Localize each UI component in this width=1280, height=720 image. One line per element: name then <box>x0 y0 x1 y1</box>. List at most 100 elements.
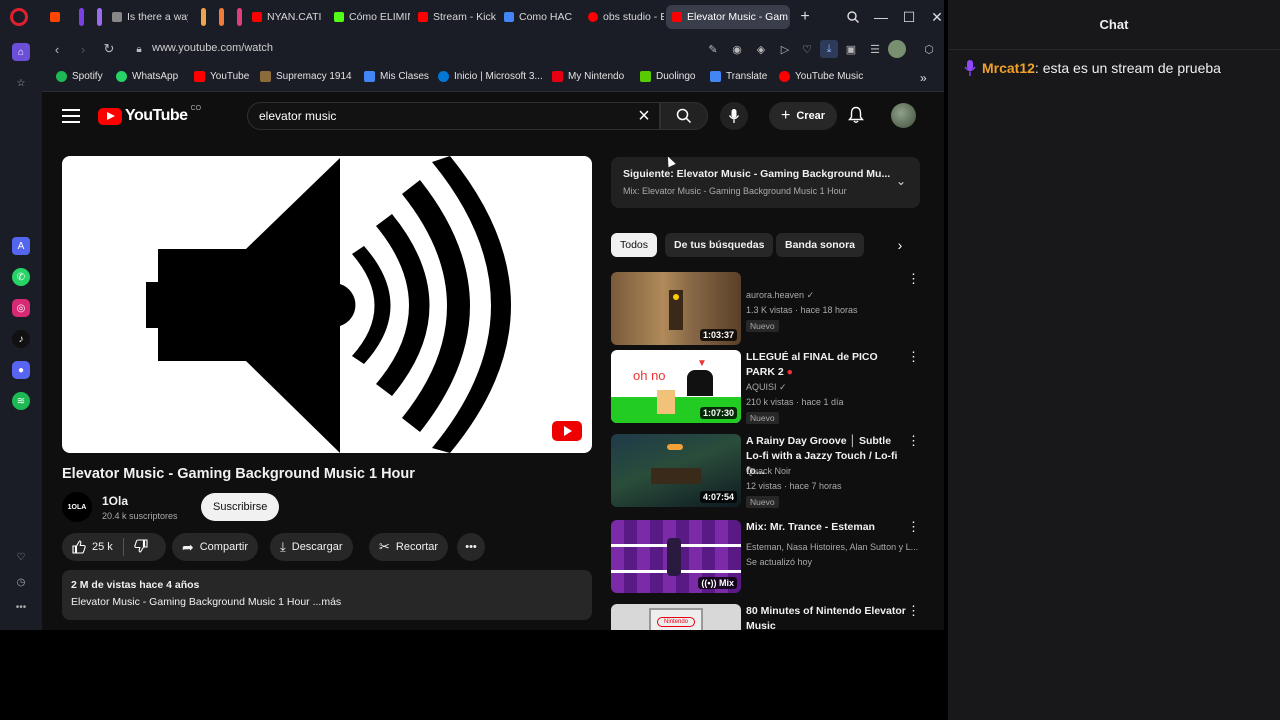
bookmark-youtube[interactable]: YouTube <box>194 71 249 82</box>
tab-5[interactable]: obs studio - Bu <box>582 5 664 29</box>
bookmark-youtube-music[interactable]: YouTube Music <box>779 71 863 82</box>
tab-search-icon[interactable] <box>842 6 864 28</box>
dislike-button[interactable] <box>134 538 148 556</box>
kick-icon <box>418 12 428 22</box>
account-avatar[interactable] <box>891 103 916 128</box>
new-tab-button[interactable]: + <box>794 6 816 28</box>
tab-2[interactable]: Cómo ELIMINA <box>328 5 410 29</box>
aria-icon[interactable]: A <box>12 237 30 255</box>
opera-menu-icon[interactable] <box>10 8 28 26</box>
bookmark-supremacy[interactable]: Supremacy 1914 <box>260 71 352 82</box>
subscribe-watermark-icon[interactable] <box>552 421 582 441</box>
easy-setup-icon[interactable]: ☰ <box>866 40 884 58</box>
edit-icon[interactable]: ✎ <box>704 40 722 58</box>
recommendation-item[interactable]: 4:07:54 A Rainy Day Groove │ Subtle Lo-f… <box>611 434 921 510</box>
pinned-tab[interactable] <box>44 8 66 26</box>
shield-icon[interactable]: ◈ <box>752 40 770 58</box>
download-button[interactable]: ⤓ Descargar <box>270 533 353 561</box>
instagram-icon[interactable]: ◎ <box>12 299 30 317</box>
minimize-button[interactable]: — <box>870 6 892 28</box>
channel-avatar[interactable]: 1OLA <box>62 492 92 522</box>
chevron-right-icon[interactable]: › <box>890 235 910 255</box>
chat-username[interactable]: Mrcat12 <box>982 60 1035 76</box>
more-vertical-icon[interactable]: ⋮ <box>907 520 920 538</box>
maximize-button[interactable]: ☐ <box>898 6 920 28</box>
youtube-icon <box>334 12 344 22</box>
snapshot-icon[interactable]: ▣ <box>842 40 860 58</box>
whatsapp-icon[interactable]: ✆ <box>12 268 30 286</box>
recommendation-item[interactable]: ((•)) Mix Mix: Mr. Trance - Esteman Este… <box>611 520 921 596</box>
more-vertical-icon[interactable]: ⋮ <box>907 272 920 290</box>
tab-6-active[interactable]: Elevator Music - Gam <box>666 5 790 29</box>
pinboard-icon[interactable]: ☆ <box>12 74 30 92</box>
profile-avatar[interactable] <box>888 40 906 58</box>
share-button[interactable]: ➦ Compartir <box>172 533 259 561</box>
video-thumbnail[interactable]: 4:07:54 <box>611 434 741 507</box>
chip-de-tus-busquedas[interactable]: De tus búsquedas <box>665 233 774 257</box>
bookmark-spotify[interactable]: Spotify <box>56 71 103 82</box>
bookmarks-overflow-icon[interactable]: » <box>920 71 927 85</box>
bookmark-translate[interactable]: Translate <box>710 71 767 82</box>
home-icon[interactable]: ⌂ <box>12 43 30 61</box>
video-thumbnail[interactable]: 1:03:37 <box>611 272 741 345</box>
recommendation-item[interactable]: ▼ oh no 1:07:30 LLEGUÉ al FINAL de PICO … <box>611 350 921 426</box>
more-vertical-icon[interactable]: ⋮ <box>907 434 920 452</box>
camera-icon[interactable]: ◉ <box>728 40 746 58</box>
youtube-logo[interactable]: YouTube CO <box>98 105 201 125</box>
heart-icon[interactable]: ♡ <box>798 40 816 58</box>
chip-banda-sonora[interactable]: Banda sonora <box>776 233 865 257</box>
spotify-icon[interactable]: ≋ <box>12 392 30 410</box>
chip-todos[interactable]: Todos <box>611 233 658 257</box>
create-button[interactable]: + Crear <box>769 102 838 130</box>
tab-label: Cómo ELIMINA <box>349 11 410 23</box>
recommendation-item[interactable]: Nintendo 80 Minutes of Nintendo Elevator… <box>611 604 921 630</box>
video-thumbnail[interactable]: Nintendo <box>611 604 741 630</box>
search-icon <box>676 108 692 124</box>
notifications-button[interactable] <box>848 106 868 126</box>
extensions-icon[interactable]: ⬡ <box>920 40 938 58</box>
forward-icon[interactable]: › <box>74 40 92 58</box>
url-field[interactable]: www.youtube.com/watch <box>152 42 273 54</box>
video-player[interactable] <box>62 156 592 453</box>
bookmark-mis-clases[interactable]: Mis Clases <box>364 71 429 82</box>
video-thumbnail[interactable]: ▼ oh no 1:07:30 <box>611 350 741 423</box>
more-vertical-icon[interactable]: ⋮ <box>907 604 920 622</box>
chevron-down-icon[interactable]: ⌄ <box>896 174 906 188</box>
tab-0[interactable]: Is there a way t <box>106 5 188 29</box>
close-window-button[interactable]: ✕ <box>926 6 944 28</box>
more-vertical-icon[interactable]: ⋮ <box>907 350 920 368</box>
more-actions-button[interactable]: ••• <box>457 533 485 561</box>
more-icon[interactable]: ••• <box>12 598 30 616</box>
history-icon[interactable]: ◷ <box>12 573 30 591</box>
tab-1[interactable]: NYAN.CATI <box>246 5 326 29</box>
up-next-mix[interactable]: Siguiente: Elevator Music - Gaming Backg… <box>611 157 920 208</box>
subscribe-button[interactable]: Suscribirse <box>201 493 280 521</box>
bookmark-whatsapp[interactable]: WhatsApp <box>116 71 178 82</box>
update-status: Se actualizó hoy <box>746 557 813 567</box>
heart-icon[interactable]: ♡ <box>12 548 30 566</box>
send-icon[interactable]: ▷ <box>776 40 794 58</box>
tab-3[interactable]: Stream - Kick D <box>412 5 496 29</box>
bookmark-nintendo[interactable]: My Nintendo <box>552 71 624 82</box>
video-thumbnail[interactable]: ((•)) Mix <box>611 520 741 593</box>
clear-search-icon[interactable]: × <box>633 105 655 127</box>
channel-name[interactable]: 1Ola <box>102 494 128 508</box>
menu-icon[interactable] <box>62 109 80 123</box>
back-icon[interactable]: ‹ <box>48 40 66 58</box>
bookmark-duolingo[interactable]: Duolingo <box>640 71 695 82</box>
clip-button[interactable]: ✂ Recortar <box>369 533 449 561</box>
voice-search-button[interactable] <box>720 102 748 130</box>
recommendation-item[interactable]: 1:03:37 aurora.heaven ✓ 1.3 K vistas · h… <box>611 272 921 348</box>
tiktok-icon[interactable]: ♪ <box>12 330 30 348</box>
description-box[interactable]: 2 M de vistas hace 4 años Elevator Music… <box>62 570 592 620</box>
search-input[interactable]: elevator music × <box>247 102 660 130</box>
reload-icon[interactable]: ↻ <box>100 40 118 58</box>
tab-4[interactable]: Como HAC <box>498 5 580 29</box>
bookmark-microsoft[interactable]: Inicio | Microsoft 3... <box>438 71 543 82</box>
download-icon[interactable]: ⤓ <box>820 40 838 58</box>
discord-icon[interactable]: ● <box>12 361 30 379</box>
search-button[interactable] <box>660 102 708 130</box>
like-button[interactable]: 25 k <box>72 540 113 554</box>
translate-icon <box>710 71 721 82</box>
bookmark-label: Translate <box>726 71 768 82</box>
